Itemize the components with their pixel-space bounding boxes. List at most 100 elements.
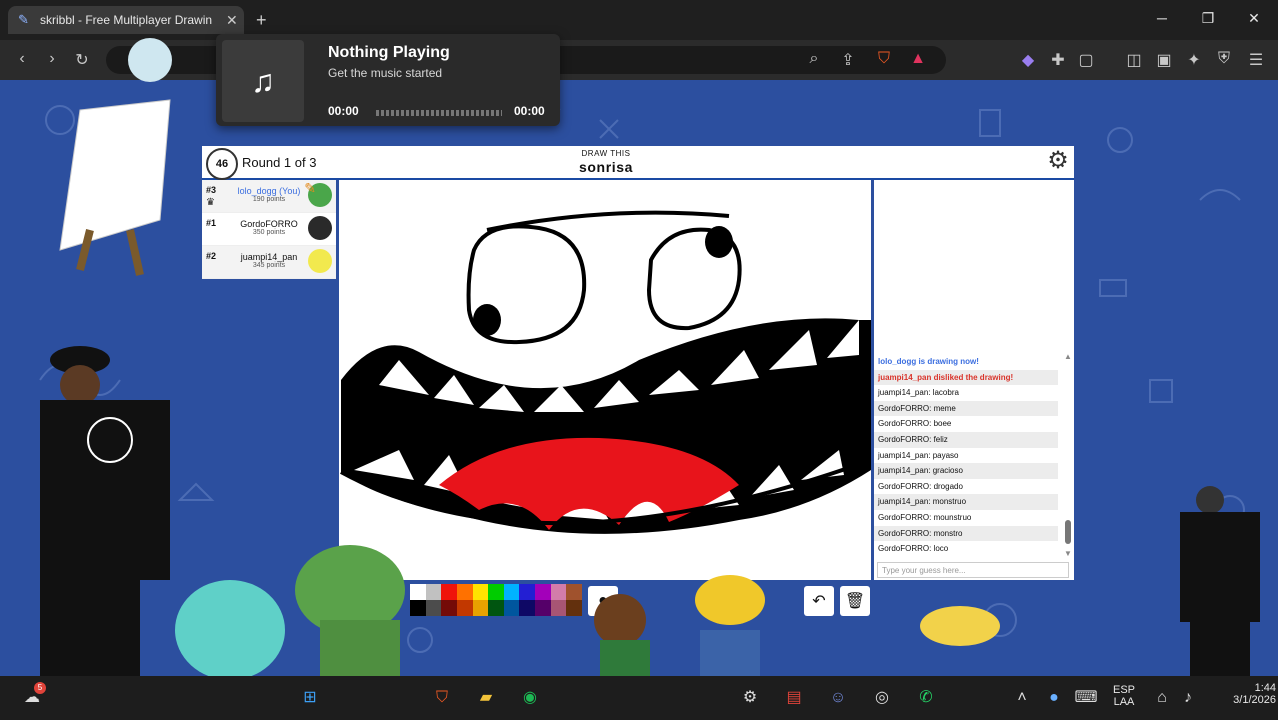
- player-points: 345 points: [252, 262, 286, 269]
- new-tab-button[interactable]: +: [256, 10, 267, 31]
- media-progress-bar[interactable]: [376, 110, 502, 116]
- zoom-icon[interactable]: ⌕: [804, 50, 824, 68]
- windows-start-icon[interactable]: ⊞: [298, 686, 322, 710]
- sidebar-icon[interactable]: ◫: [1124, 50, 1144, 70]
- color-palette: [410, 584, 582, 616]
- palette-color-swatch[interactable]: [503, 600, 520, 616]
- volume-icon[interactable]: ♪: [1176, 686, 1200, 710]
- vpn-icon[interactable]: ⛨: [1214, 50, 1234, 68]
- palette-color-swatch[interactable]: [519, 584, 536, 600]
- falling-character-sticker: [910, 586, 1010, 666]
- player-points: 190 points: [252, 196, 286, 203]
- player-rank: #2: [206, 251, 217, 261]
- hint-word: sonrisa: [579, 159, 633, 175]
- app-icon[interactable]: ▤: [782, 686, 806, 710]
- scroll-thumb[interactable]: [1065, 520, 1071, 544]
- player-row[interactable]: #3 ♛ lolo_dogg (You) 190 points ✎: [202, 180, 336, 213]
- palette-color-swatch[interactable]: [441, 600, 457, 616]
- palette-color-swatch[interactable]: [535, 584, 551, 600]
- settings-gear-icon[interactable]: ⚙: [1044, 147, 1072, 175]
- steam-icon[interactable]: ⚙: [738, 686, 762, 710]
- keyboard-icon[interactable]: ⌨: [1074, 686, 1098, 710]
- hint-label: DRAW THIS: [581, 149, 631, 158]
- palette-color-swatch[interactable]: [535, 600, 551, 616]
- player-rank: #3: [206, 185, 217, 195]
- leo-ai-icon[interactable]: ◆: [1018, 50, 1038, 70]
- palette-color-swatch[interactable]: [472, 584, 489, 600]
- pepe-frog-sticker: [160, 530, 430, 680]
- player-avatar: [308, 216, 332, 240]
- player-name: GordoFORRO: [240, 219, 298, 229]
- chat-message: GordoFORRO: mounstruo: [878, 512, 972, 522]
- tray-chevron-up-icon[interactable]: ˄: [1010, 686, 1034, 710]
- media-popup: ♫ Nothing Playing Get the music started …: [216, 34, 560, 126]
- brave-taskbar-icon[interactable]: ⛉: [430, 686, 454, 710]
- restore-button[interactable]: ❐: [1198, 10, 1218, 27]
- chat-scrollbar[interactable]: ▲ ▼: [1064, 352, 1072, 558]
- player-row[interactable]: #1 GordoFORRO 350 points: [202, 213, 336, 246]
- media-title: Nothing Playing: [328, 44, 450, 61]
- clock[interactable]: 1:44 3/1/2026: [1206, 682, 1276, 706]
- chat-message: juampi14_pan: lacobra: [878, 388, 959, 398]
- palette-color-swatch[interactable]: [550, 584, 567, 600]
- palette-color-swatch[interactable]: [456, 600, 473, 616]
- language-indicator[interactable]: ESP LAA: [1108, 684, 1140, 708]
- palette-color-swatch[interactable]: [441, 584, 457, 600]
- spotify-icon[interactable]: ◉: [518, 686, 542, 710]
- clear-button[interactable]: 🗑: [840, 586, 870, 616]
- chat-message: lolo_dogg is drawing now!: [878, 357, 979, 366]
- chat-message: juampi14_pan: monstruo: [874, 494, 1058, 510]
- player-avatar: [308, 249, 332, 273]
- palette-color-swatch[interactable]: [472, 600, 489, 616]
- chat-panel: lolo_dogg is drawing now! juampi14_pan di…: [874, 180, 1074, 580]
- brave-shield-icon[interactable]: ⛉: [874, 50, 894, 68]
- palette-color-swatch[interactable]: [503, 584, 520, 600]
- pencil-icon: ✎: [304, 180, 316, 196]
- microphone-icon[interactable]: ●: [1042, 686, 1066, 710]
- file-explorer-icon[interactable]: ▰: [474, 686, 498, 710]
- scroll-down-icon[interactable]: ▼: [1064, 549, 1072, 558]
- guess-input[interactable]: Type your guess here...: [877, 562, 1069, 578]
- chat-message: juampi14_pan: gracioso: [874, 463, 1058, 479]
- chat-message: juampi14_pan disliked the drawing!: [874, 369, 1058, 386]
- drawing-canvas[interactable]: [339, 180, 872, 580]
- palette-color-swatch[interactable]: [488, 600, 504, 616]
- close-window-button[interactable]: ✕: [1244, 10, 1264, 27]
- palette-color-swatch[interactable]: [456, 584, 473, 600]
- palette-color-swatch[interactable]: [550, 600, 567, 616]
- discord-icon[interactable]: ☺: [826, 686, 850, 710]
- obs-icon[interactable]: ◎: [870, 686, 894, 710]
- minimize-button[interactable]: ─: [1152, 10, 1172, 26]
- tab-search-icon[interactable]: ▢: [1076, 50, 1096, 70]
- media-time-start: 00:00: [328, 104, 359, 118]
- windows-taskbar: ☁ 5 ⊞ ⛉ ▰ ◉ ⚙ ▤ ☺ ◎ ✆ ˄ ● ⌨ ESP LAA ⌂ ♪ …: [0, 676, 1278, 720]
- palette-color-swatch[interactable]: [488, 584, 504, 600]
- sparkle-icon[interactable]: ✦: [1184, 50, 1204, 70]
- palette-color-swatch[interactable]: [519, 600, 536, 616]
- player-points: 350 points: [252, 229, 286, 236]
- game-top-bar: 46 Round 1 of 3 DRAW THIS sonrisa ⚙: [202, 146, 1074, 180]
- player-name: lolo_dogg (You): [237, 186, 301, 196]
- network-icon[interactable]: ⌂: [1150, 686, 1174, 710]
- player-rank: #1: [206, 218, 217, 228]
- chat-message: GordoFORRO: loco: [878, 544, 949, 554]
- chat-message: juampi14_pan: payaso: [878, 450, 959, 460]
- menu-icon[interactable]: ☰: [1246, 50, 1266, 70]
- player-name: juampi14_pan: [240, 252, 298, 262]
- undo-button[interactable]: ↶: [804, 586, 834, 616]
- share-icon[interactable]: ⇪: [838, 50, 858, 70]
- player-list: #3 ♛ lolo_dogg (You) 190 points ✎ #1 Gor…: [202, 180, 336, 279]
- player-row[interactable]: #2 juampi14_pan 345 points: [202, 246, 336, 279]
- chat-message: GordoFORRO: meme: [874, 400, 1058, 417]
- extensions-icon[interactable]: ✚: [1048, 50, 1068, 70]
- whatsapp-icon[interactable]: ✆: [914, 686, 938, 710]
- chat-message: GordoFORRO: drogado: [878, 481, 963, 491]
- jersey-character-sticker: [1170, 480, 1270, 680]
- smile-drawing: [340, 210, 872, 534]
- tab-close-icon[interactable]: ✕: [226, 12, 238, 29]
- rewards-icon[interactable]: ▲: [908, 50, 928, 68]
- crown-icon: ♛: [206, 197, 215, 208]
- scroll-up-icon[interactable]: ▲: [1064, 352, 1072, 361]
- wallet-icon[interactable]: ▣: [1154, 50, 1174, 70]
- chat-message: GordoFORRO: feliz: [874, 431, 1058, 448]
